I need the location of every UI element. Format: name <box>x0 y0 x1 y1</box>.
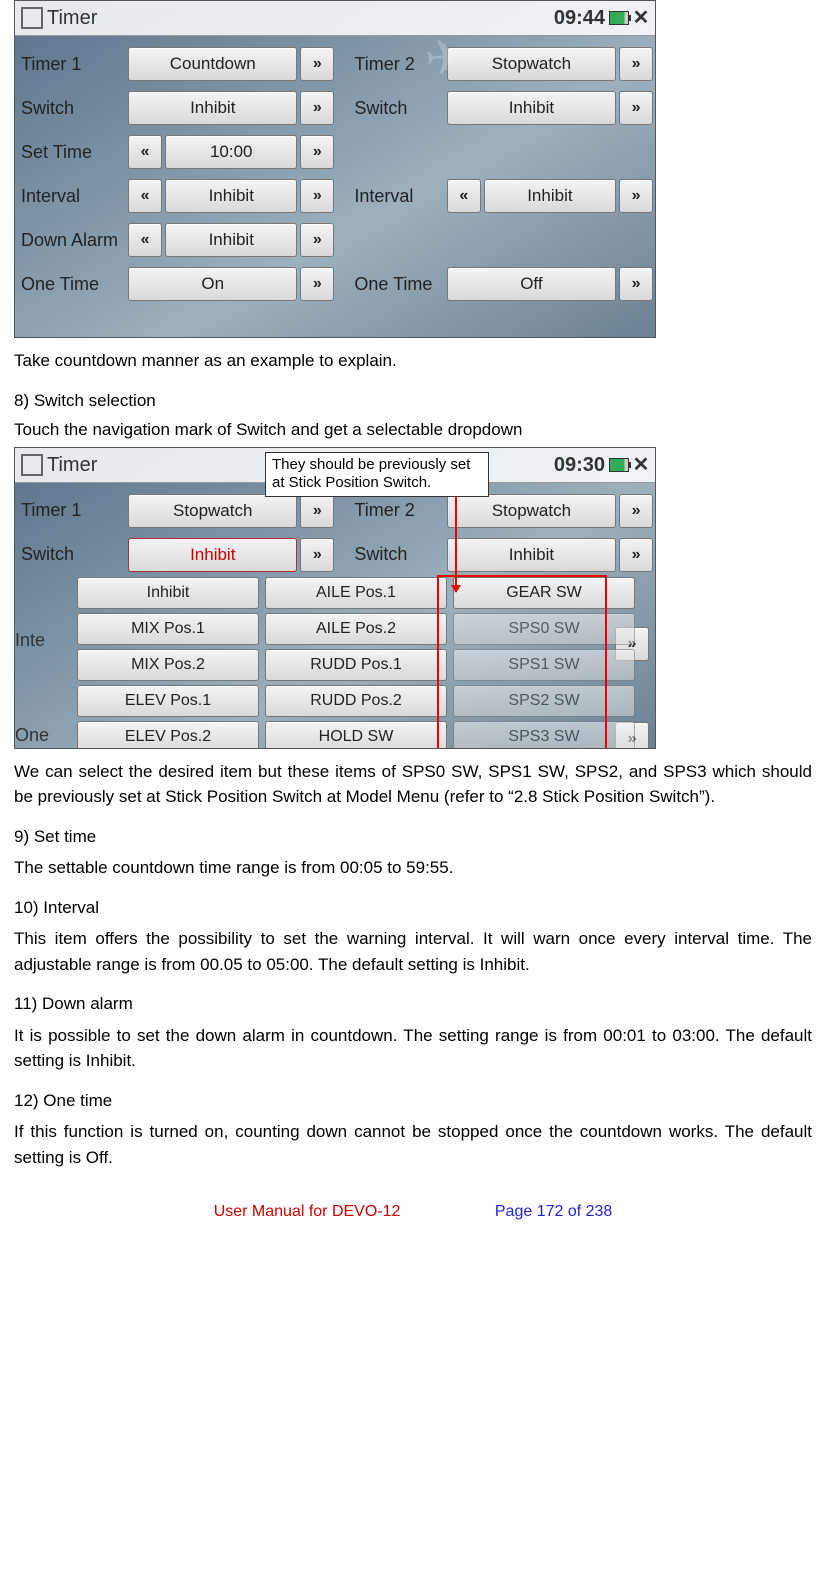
switch2-value[interactable]: Inhibit <box>447 91 616 125</box>
sect11-title: 11) Down alarm <box>14 991 812 1017</box>
onetime2-value[interactable]: Off <box>447 267 616 301</box>
interval2-next[interactable]: » <box>619 179 653 213</box>
footer-manual-title: User Manual for DEVO-12 <box>214 1200 401 1224</box>
label2-timer2: Timer 2 <box>338 497 442 524</box>
s2-timer2-value[interactable]: Stopwatch <box>447 494 616 528</box>
opt-elev1[interactable]: ELEV Pos.1 <box>77 685 259 717</box>
downalarm-prev[interactable]: « <box>128 223 162 257</box>
onetime1-value[interactable]: On <box>128 267 297 301</box>
opt-sps0[interactable]: SPS0 SW <box>453 613 635 645</box>
label2-switch2: Switch <box>338 541 442 568</box>
opt-sps2[interactable]: SPS2 SW <box>453 685 635 717</box>
s2-switch2-next[interactable]: » <box>619 538 653 572</box>
window-icon <box>21 454 43 476</box>
titlebar: Timer 09:44 ✕ <box>15 1 655 36</box>
interval1-prev[interactable]: « <box>128 179 162 213</box>
interval1-next[interactable]: » <box>300 179 334 213</box>
opt-hold[interactable]: HOLD SW <box>265 721 447 749</box>
label-onetime1: One Time <box>17 271 124 298</box>
s2-switch1-next[interactable]: » <box>300 538 334 572</box>
switch1-value[interactable]: Inhibit <box>128 91 297 125</box>
opt-mix2[interactable]: MIX Pos.2 <box>77 649 259 681</box>
label2-one: One <box>15 722 49 749</box>
opt-inhibit[interactable]: Inhibit <box>77 577 259 609</box>
s2-timer1-value[interactable]: Stopwatch <box>128 494 297 528</box>
onetime2-next[interactable]: » <box>619 267 653 301</box>
interval1-value[interactable]: Inhibit <box>165 179 297 213</box>
footer-page-number: Page 172 of 238 <box>495 1203 612 1220</box>
s2-switch2-value[interactable]: Inhibit <box>447 538 616 572</box>
label-switch1: Switch <box>17 95 124 122</box>
opt-aile2[interactable]: AILE Pos.2 <box>265 613 447 645</box>
battery-icon <box>609 11 629 25</box>
label2-switch1: Switch <box>17 541 124 568</box>
sect10-para: This item offers the possibility to set … <box>14 926 812 977</box>
opt-rudd2[interactable]: RUDD Pos.2 <box>265 685 447 717</box>
sect9-para: The settable countdown time range is fro… <box>14 855 812 881</box>
clock: 09:44 <box>554 3 605 33</box>
close-icon[interactable]: ✕ <box>633 457 649 473</box>
settime-next[interactable]: » <box>300 135 334 169</box>
opt-sps1[interactable]: SPS1 SW <box>453 649 635 681</box>
sect12-para: If this function is turned on, counting … <box>14 1119 812 1170</box>
downalarm-next[interactable]: » <box>300 223 334 257</box>
sect11-para: It is possible to set the down alarm in … <box>14 1023 812 1074</box>
timer-screenshot-2: Timer 09:30 ✕ They should be previously … <box>14 447 656 749</box>
window-title: Timer <box>47 3 97 33</box>
s2-switch1-value[interactable]: Inhibit <box>128 538 297 572</box>
timer-screenshot-1: Timer 09:44 ✕ Timer 1 Countdown » Timer … <box>14 0 656 338</box>
window-icon <box>21 7 43 29</box>
settime-value[interactable]: 10:00 <box>165 135 297 169</box>
settime-prev[interactable]: « <box>128 135 162 169</box>
close-icon[interactable]: ✕ <box>633 10 649 26</box>
switch2-next[interactable]: » <box>619 91 653 125</box>
sect9-title: 9) Set time <box>14 824 812 850</box>
opt-mix1[interactable]: MIX Pos.1 <box>77 613 259 645</box>
callout-arrow <box>455 492 457 592</box>
opt-sps3[interactable]: SPS3 SW <box>453 721 635 749</box>
intro-para: Take countdown manner as an example to e… <box>14 348 812 374</box>
label-timer1: Timer 1 <box>17 51 124 78</box>
opt-gear[interactable]: GEAR SW <box>453 577 635 609</box>
clock-2: 09:30 <box>554 450 605 480</box>
switch-dropdown: Inhibit AILE Pos.1 GEAR SW MIX Pos.1 AIL… <box>77 577 635 749</box>
sect8-after: We can select the desired item but these… <box>14 759 812 810</box>
timer1-value[interactable]: Countdown <box>128 47 297 81</box>
label2-timer1: Timer 1 <box>17 497 124 524</box>
label-settime: Set Time <box>17 139 124 166</box>
page-footer: User Manual for DEVO-12 Page 172 of 238 <box>14 1200 812 1224</box>
label-downalarm: Down Alarm <box>17 227 124 254</box>
opt-aile1[interactable]: AILE Pos.1 <box>265 577 447 609</box>
label-onetime2: One Time <box>338 271 442 298</box>
interval2-prev[interactable]: « <box>447 179 481 213</box>
opt-rudd1[interactable]: RUDD Pos.1 <box>265 649 447 681</box>
window-title-2: Timer <box>47 450 97 480</box>
s2-timer1-next[interactable]: » <box>300 494 334 528</box>
onetime1-next[interactable]: » <box>300 267 334 301</box>
label-timer2: Timer 2 <box>338 51 442 78</box>
sect8-para: Touch the navigation mark of Switch and … <box>14 417 812 443</box>
opt-elev2[interactable]: ELEV Pos.2 <box>77 721 259 749</box>
callout-note: They should be previously set at Stick P… <box>265 452 489 498</box>
s2-timer2-next[interactable]: » <box>619 494 653 528</box>
downalarm-value[interactable]: Inhibit <box>165 223 297 257</box>
interval2-value[interactable]: Inhibit <box>484 179 616 213</box>
timer2-next[interactable]: » <box>619 47 653 81</box>
sect8-title: 8) Switch selection <box>14 388 812 414</box>
battery-icon <box>609 458 629 472</box>
label-switch2: Switch <box>338 95 442 122</box>
sect12-title: 12) One time <box>14 1088 812 1114</box>
label-interval2: Interval <box>338 183 442 210</box>
label2-inte: Inte <box>15 627 45 654</box>
timer2-value[interactable]: Stopwatch <box>447 47 616 81</box>
switch1-next[interactable]: » <box>300 91 334 125</box>
label-interval1: Interval <box>17 183 124 210</box>
sect10-title: 10) Interval <box>14 895 812 921</box>
timer1-next[interactable]: » <box>300 47 334 81</box>
